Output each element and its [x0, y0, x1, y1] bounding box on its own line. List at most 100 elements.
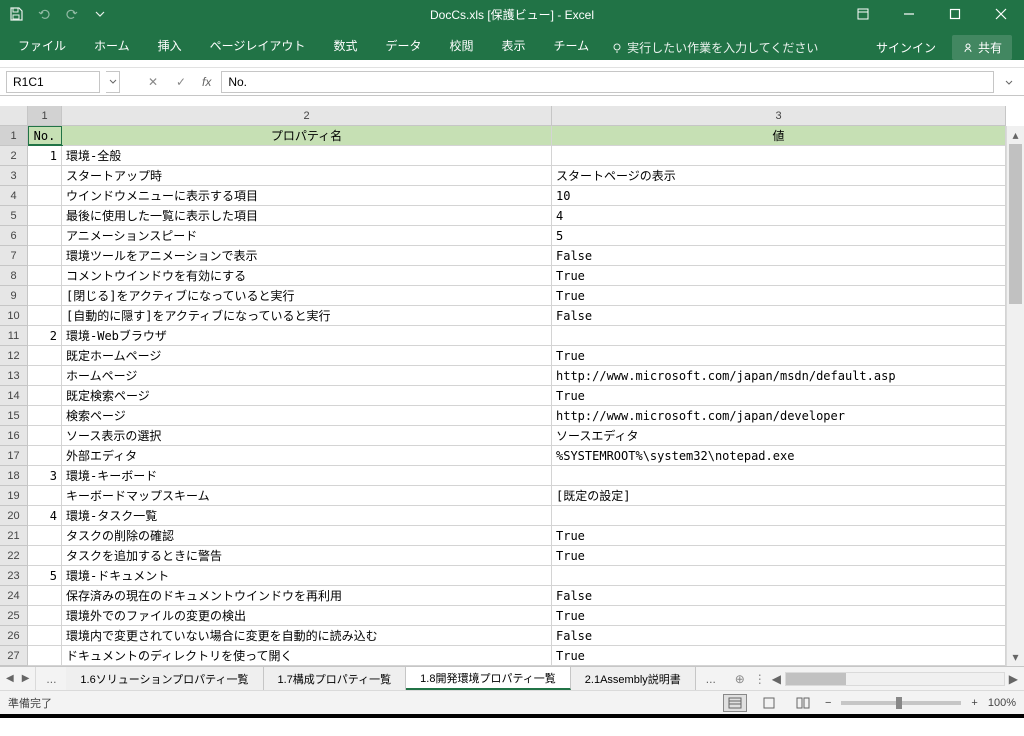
table-row[interactable]: 既定ホームページTrue: [28, 346, 1006, 366]
table-row[interactable]: タスクの削除の確認True: [28, 526, 1006, 546]
cell-property[interactable]: [閉じる]をアクティブになっていると実行: [62, 286, 552, 305]
sheet-tabs-overflow-left[interactable]: ...: [36, 667, 66, 690]
cell-no[interactable]: [28, 226, 62, 245]
cell-property[interactable]: [自動的に隠す]をアクティブになっていると実行: [62, 306, 552, 325]
tab-formulas[interactable]: 数式: [319, 31, 371, 60]
cell-property[interactable]: 既定検索ページ: [62, 386, 552, 405]
cell-no[interactable]: [28, 286, 62, 305]
maximize-button[interactable]: [932, 0, 978, 28]
table-row[interactable]: 保存済みの現在のドキュメントウインドウを再利用False: [28, 586, 1006, 606]
table-row[interactable]: 5環境-ドキュメント: [28, 566, 1006, 586]
cell-value[interactable]: True: [552, 526, 1006, 545]
cell-no[interactable]: 1: [28, 146, 62, 165]
col-header-2[interactable]: 2: [62, 106, 552, 125]
tab-data[interactable]: データ: [371, 31, 435, 60]
row-header-12[interactable]: 12: [0, 346, 27, 366]
qat-customize-icon[interactable]: [92, 6, 108, 22]
cell-property[interactable]: 環境-キーボード: [62, 466, 552, 485]
row-header-18[interactable]: 18: [0, 466, 27, 486]
row-header-22[interactable]: 22: [0, 546, 27, 566]
cell-no[interactable]: 5: [28, 566, 62, 585]
save-icon[interactable]: [8, 6, 24, 22]
cell-value[interactable]: [552, 566, 1006, 585]
table-row[interactable]: 1環境-全般: [28, 146, 1006, 166]
table-row[interactable]: ドキュメントのディレクトリを使って開くTrue: [28, 646, 1006, 666]
cell-value[interactable]: True: [552, 546, 1006, 565]
cell-property[interactable]: 既定ホームページ: [62, 346, 552, 365]
vertical-scroll-thumb[interactable]: [1009, 144, 1022, 304]
tab-pagelayout[interactable]: ページレイアウト: [196, 31, 320, 60]
sheet-nav-next-icon[interactable]: ▶: [22, 673, 30, 684]
row-header-24[interactable]: 24: [0, 586, 27, 606]
table-row[interactable]: ウインドウメニューに表示する項目10: [28, 186, 1006, 206]
cell-no[interactable]: [28, 346, 62, 365]
row-header-9[interactable]: 9: [0, 286, 27, 306]
cell-value[interactable]: False: [552, 306, 1006, 325]
minimize-button[interactable]: [886, 0, 932, 28]
cell-no[interactable]: [28, 166, 62, 185]
cell-property[interactable]: ドキュメントのディレクトリを使って開く: [62, 646, 552, 665]
table-row[interactable]: [閉じる]をアクティブになっていると実行True: [28, 286, 1006, 306]
sheet-tab[interactable]: 1.8開発環境プロパティ一覧: [406, 667, 571, 690]
row-header-16[interactable]: 16: [0, 426, 27, 446]
table-row[interactable]: 環境ツールをアニメーションで表示False: [28, 246, 1006, 266]
cell-property[interactable]: 環境-ドキュメント: [62, 566, 552, 585]
row-header-17[interactable]: 17: [0, 446, 27, 466]
row-header-11[interactable]: 11: [0, 326, 27, 346]
cell-property[interactable]: タスクの削除の確認: [62, 526, 552, 545]
row-header-13[interactable]: 13: [0, 366, 27, 386]
worksheet-grid[interactable]: 1 2 3 1234567891011121314151617181920212…: [0, 106, 1024, 666]
cell-value[interactable]: [既定の設定]: [552, 486, 1006, 505]
row-headers[interactable]: 1234567891011121314151617181920212223242…: [0, 126, 28, 666]
cell-no[interactable]: 3: [28, 466, 62, 485]
cell-no[interactable]: [28, 586, 62, 605]
cell-property[interactable]: 環境-Webブラウザ: [62, 326, 552, 345]
table-row[interactable]: 環境内で変更されていない場合に変更を自動的に読み込むFalse: [28, 626, 1006, 646]
tell-me-search[interactable]: 実行したい作業を入力してください: [603, 35, 826, 60]
hscroll-right-icon[interactable]: ▶: [1009, 672, 1018, 686]
row-header-20[interactable]: 20: [0, 506, 27, 526]
cell-property[interactable]: キーボードマップスキーム: [62, 486, 552, 505]
row-header-3[interactable]: 3: [0, 166, 27, 186]
cell-property[interactable]: スタートアップ時: [62, 166, 552, 185]
cell-no[interactable]: [28, 306, 62, 325]
share-button[interactable]: 共有: [952, 35, 1012, 60]
cell-no[interactable]: [28, 406, 62, 425]
zoom-in-button[interactable]: +: [971, 697, 977, 709]
cell-no[interactable]: [28, 246, 62, 265]
view-normal-button[interactable]: [723, 694, 747, 712]
cell-value[interactable]: [552, 506, 1006, 525]
select-all-cell[interactable]: [0, 106, 28, 126]
undo-icon[interactable]: [36, 6, 52, 22]
name-box-dropdown[interactable]: [106, 71, 120, 93]
sheet-nav-prev-icon[interactable]: ◀: [6, 673, 14, 684]
expand-formula-bar[interactable]: [1000, 77, 1018, 87]
cell-property[interactable]: 検索ページ: [62, 406, 552, 425]
table-row[interactable]: 最後に使用した一覧に表示した項目4: [28, 206, 1006, 226]
table-row[interactable]: アニメーションスピード5: [28, 226, 1006, 246]
row-header-10[interactable]: 10: [0, 306, 27, 326]
row-header-21[interactable]: 21: [0, 526, 27, 546]
cell-value[interactable]: True: [552, 386, 1006, 405]
cell-property[interactable]: ソース表示の選択: [62, 426, 552, 445]
cell-property[interactable]: アニメーションスピード: [62, 226, 552, 245]
cell-no[interactable]: [28, 426, 62, 445]
row-header-6[interactable]: 6: [0, 226, 27, 246]
cell-no[interactable]: [28, 386, 62, 405]
new-sheet-button[interactable]: ⊕: [726, 667, 754, 690]
cell-value[interactable]: True: [552, 606, 1006, 625]
cancel-formula-button[interactable]: ✕: [142, 71, 164, 93]
cell-value[interactable]: %SYSTEMROOT%\system32\notepad.exe: [552, 446, 1006, 465]
table-row[interactable]: タスクを追加するときに警告True: [28, 546, 1006, 566]
row-header-26[interactable]: 26: [0, 626, 27, 646]
cell-no[interactable]: [28, 206, 62, 225]
ribbon-display-button[interactable]: [840, 0, 886, 28]
cell-value[interactable]: 5: [552, 226, 1006, 245]
cell-property[interactable]: 環境-タスク一覧: [62, 506, 552, 525]
cell-property[interactable]: 外部エディタ: [62, 446, 552, 465]
scroll-down-icon[interactable]: ▾: [1007, 648, 1024, 666]
header-property[interactable]: プロパティ名: [62, 126, 552, 145]
table-row[interactable]: キーボードマップスキーム[既定の設定]: [28, 486, 1006, 506]
cell-property[interactable]: 最後に使用した一覧に表示した項目: [62, 206, 552, 225]
cell-property[interactable]: タスクを追加するときに警告: [62, 546, 552, 565]
